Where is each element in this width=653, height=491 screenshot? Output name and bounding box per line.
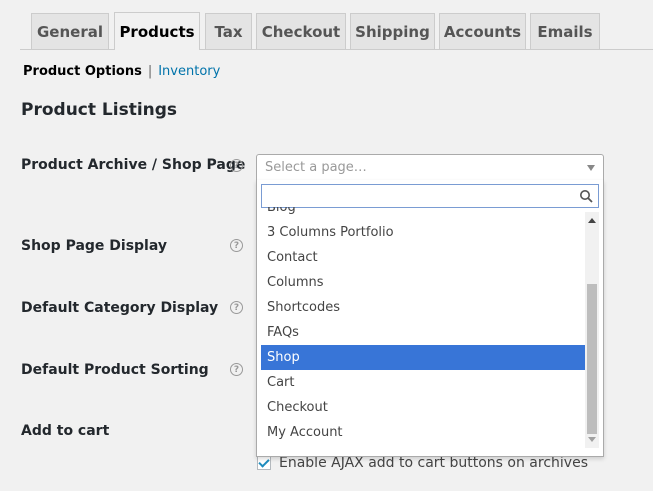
option-blog[interactable]: Blog <box>261 207 585 220</box>
option-shortcodes[interactable]: Shortcodes <box>261 295 585 320</box>
subnav: Product Options | Inventory <box>23 64 220 79</box>
chevron-down-icon <box>587 165 595 171</box>
option-faqs[interactable]: FAQs <box>261 320 585 345</box>
dropdown-scrollbar[interactable] <box>585 212 599 448</box>
checkbox-label: Enable AJAX add to cart buttons on archi… <box>279 455 588 471</box>
select-dropdown: Blog 3 Columns Portfolio Contact Columns… <box>256 180 604 457</box>
settings-tabs: General Products Tax Checkout Shipping A… <box>0 0 653 50</box>
label-shop-page-display: Shop Page Display <box>21 238 168 254</box>
ajax-add-to-cart-checkbox[interactable] <box>257 456 271 470</box>
scroll-up-icon[interactable] <box>588 218 596 223</box>
select-placeholder: Select a page… <box>265 160 367 175</box>
label-product-archive: Product Archive / Shop Page <box>21 157 246 173</box>
option-3-columns-portfolio[interactable]: 3 Columns Portfolio <box>261 220 585 245</box>
dropdown-search-input[interactable] <box>261 184 599 208</box>
option-list: Blog 3 Columns Portfolio Contact Columns… <box>261 207 585 447</box>
option-columns[interactable]: Columns <box>261 270 585 295</box>
tab-accounts[interactable]: Accounts <box>439 13 526 49</box>
label-default-category-display: Default Category Display <box>21 300 219 316</box>
tab-general[interactable]: General <box>31 13 109 49</box>
subnav-separator: | <box>147 64 153 79</box>
tab-emails[interactable]: Emails <box>530 13 600 49</box>
option-cart[interactable]: Cart <box>261 370 585 395</box>
label-add-to-cart: Add to cart <box>21 423 110 439</box>
tab-products[interactable]: Products <box>114 12 200 50</box>
label-default-product-sorting: Default Product Sorting <box>21 362 209 378</box>
search-icon <box>580 190 593 203</box>
tab-tax[interactable]: Tax <box>205 13 252 49</box>
tab-shipping[interactable]: Shipping <box>350 13 435 49</box>
subnav-inventory-link[interactable]: Inventory <box>158 64 220 79</box>
help-icon[interactable]: ? <box>230 301 243 314</box>
ajax-checkbox-row: Enable AJAX add to cart buttons on archi… <box>257 455 588 471</box>
help-icon[interactable]: ? <box>230 159 243 172</box>
option-checkout[interactable]: Checkout <box>261 395 585 420</box>
help-icon[interactable]: ? <box>230 239 243 252</box>
option-my-account[interactable]: My Account <box>261 420 585 445</box>
shop-page-select[interactable]: Select a page… <box>256 154 604 181</box>
scrollbar-thumb[interactable] <box>587 284 597 434</box>
section-title: Product Listings <box>21 100 178 120</box>
option-contact[interactable]: Contact <box>261 245 585 270</box>
subnav-product-options[interactable]: Product Options <box>23 64 142 79</box>
option-shop[interactable]: Shop <box>261 345 585 370</box>
help-icon[interactable]: ? <box>230 363 243 376</box>
tab-checkout[interactable]: Checkout <box>256 13 346 49</box>
scroll-down-icon[interactable] <box>588 437 596 442</box>
